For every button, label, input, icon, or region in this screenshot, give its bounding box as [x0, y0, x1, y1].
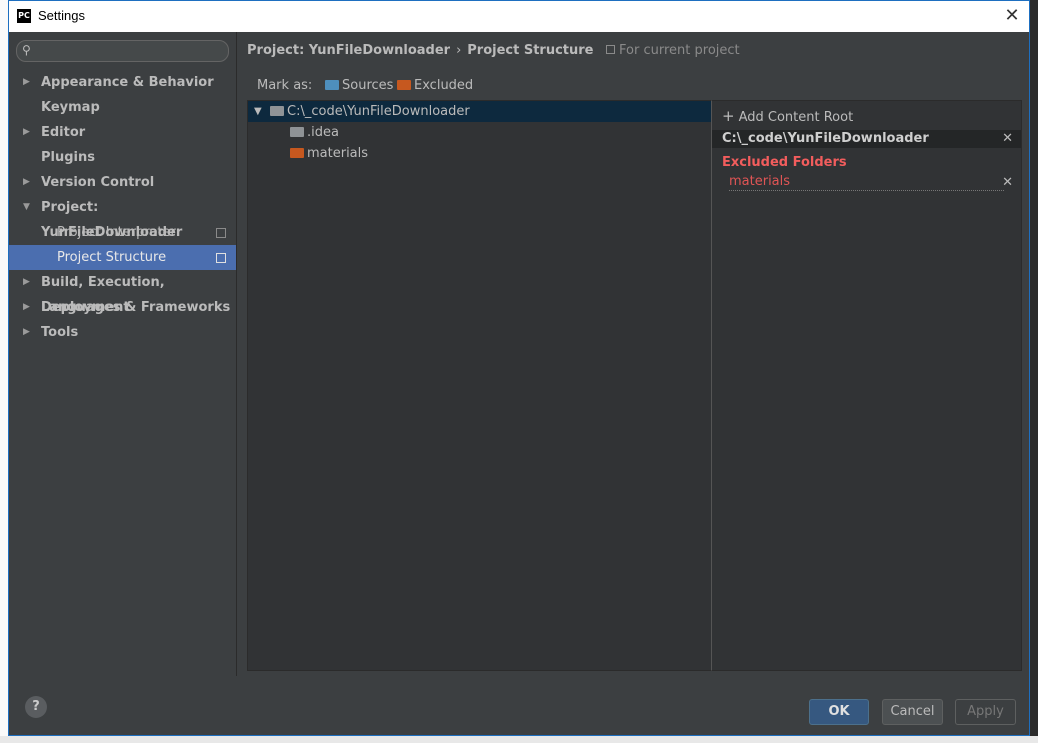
scope-hint: For current project [606, 43, 740, 58]
remove-excluded-icon[interactable]: ✕ [1002, 175, 1013, 190]
project-scope-icon [606, 45, 616, 54]
project-scope-icon [216, 253, 226, 263]
expand-arrow-icon: ▶ [23, 127, 30, 137]
content-root-path: C:\_code\YunFileDownloader [722, 131, 929, 146]
apply-button[interactable]: Apply [955, 699, 1016, 725]
settings-content: Project: YunFileDownloader › Project Struc… [237, 32, 1030, 676]
file-tree: ▼ C:\_code\YunFileDownloader .idea mater… [247, 100, 712, 671]
collapse-arrow-icon[interactable]: ▼ [254, 101, 262, 122]
project-scope-icon [216, 228, 226, 238]
expand-arrow-icon: ▶ [23, 77, 30, 87]
breadcrumb-current: Project Structure [467, 43, 594, 58]
tree-row-materials[interactable]: materials [248, 143, 711, 164]
sidebar-item-version-control[interactable]: ▶ Version Control [9, 170, 236, 195]
window-title: Settings [38, 8, 85, 23]
plus-icon: + [722, 107, 735, 125]
breadcrumb: Project: YunFileDownloader › Project Struc… [247, 43, 740, 58]
mark-as-toolbar: Mark as: Sources Excluded [257, 78, 473, 93]
mark-excluded-button[interactable]: Excluded [397, 78, 473, 93]
expand-arrow-icon: ▶ [23, 327, 30, 337]
root-path: C:\_code\YunFileDownloader [287, 104, 470, 119]
sources-folder-icon [325, 79, 339, 90]
close-window-button[interactable]: ✕ [1001, 5, 1023, 27]
content-root-panel: + Add Content Root C:\_code\YunFileDownlo… [711, 100, 1022, 671]
help-button[interactable]: ? [25, 696, 47, 718]
sidebar-item-keymap[interactable]: Keymap [9, 95, 236, 120]
collapse-arrow-icon: ▼ [23, 202, 30, 212]
excluded-folder-icon [290, 147, 304, 158]
excluded-folders-title: Excluded Folders [722, 155, 847, 170]
sidebar-item-project-interpreter[interactable]: Project Interpreter [9, 220, 236, 245]
content-root-header: C:\_code\YunFileDownloader ✕ [712, 130, 1021, 148]
sidebar-item-appearance[interactable]: ▶ Appearance & Behavior [9, 70, 236, 95]
sidebar-item-project-structure[interactable]: Project Structure [9, 245, 236, 270]
expand-arrow-icon: ▶ [23, 177, 30, 187]
background-app-bottom [0, 736, 1038, 743]
sidebar-item-tools[interactable]: ▶ Tools [9, 320, 236, 345]
sidebar-item-languages[interactable]: ▶ Languages & Frameworks [9, 295, 236, 320]
settings-dialog: PC Settings ✕ ⚲ ▶ Appearance & Behavior … [8, 0, 1030, 736]
scope-hint-text: For current project [619, 43, 740, 58]
excluded-folder-item: materials [729, 174, 791, 189]
expand-arrow-icon: ▶ [23, 277, 30, 287]
breadcrumb-separator: › [456, 43, 462, 58]
background-app-left [0, 0, 8, 743]
add-content-root-button[interactable]: + Add Content Root [722, 107, 853, 125]
ok-button[interactable]: OK [809, 699, 869, 725]
cancel-button[interactable]: Cancel [882, 699, 943, 725]
excluded-folder-icon [397, 79, 411, 90]
sidebar-item-project[interactable]: ▼ Project: YunFileDownloader [9, 195, 236, 240]
settings-sidebar: ⚲ ▶ Appearance & Behavior Keymap ▶ Edito… [9, 32, 237, 676]
sidebar-item-build[interactable]: ▶ Build, Execution, Deployment [9, 270, 236, 315]
sidebar-item-plugins[interactable]: Plugins [9, 145, 236, 170]
tree-row-idea[interactable]: .idea [248, 122, 711, 143]
title-bar: PC Settings ✕ [9, 1, 1029, 32]
tree-row-root[interactable]: ▼ C:\_code\YunFileDownloader [248, 101, 711, 122]
search-input[interactable]: ⚲ [16, 40, 229, 62]
folder-icon [290, 126, 304, 137]
pycharm-icon: PC [17, 9, 31, 23]
remove-root-icon[interactable]: ✕ [1002, 130, 1013, 148]
background-app-right [1030, 0, 1038, 743]
sidebar-item-editor[interactable]: ▶ Editor [9, 120, 236, 145]
folder-icon [270, 105, 284, 116]
mark-as-label: Mark as: [257, 78, 313, 93]
mark-sources-button[interactable]: Sources [325, 78, 393, 93]
divider [729, 190, 1004, 191]
breadcrumb-parent: Project: YunFileDownloader [247, 43, 451, 58]
expand-arrow-icon: ▶ [23, 302, 30, 312]
search-icon: ⚲ [22, 43, 31, 57]
